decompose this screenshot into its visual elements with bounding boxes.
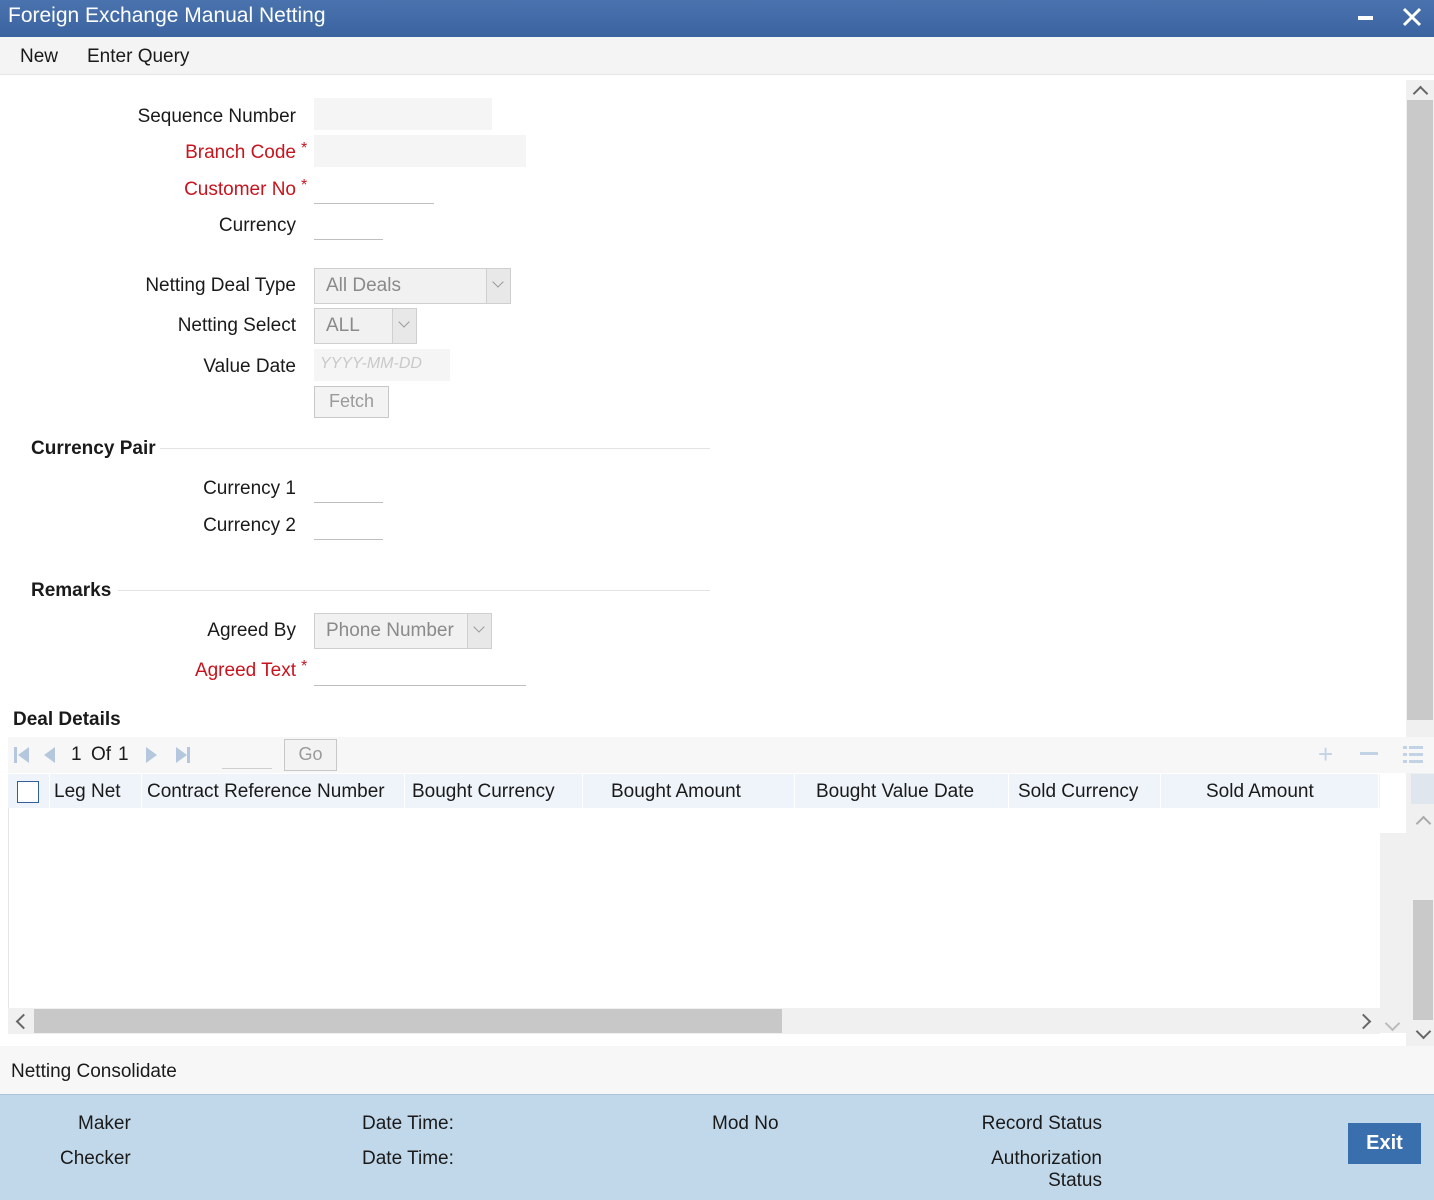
- menu-new[interactable]: New: [20, 46, 58, 68]
- agreed-by-select[interactable]: Phone Number: [314, 613, 492, 649]
- netting-deal-type-select[interactable]: All Deals: [314, 268, 511, 304]
- grid-outer-scrollbar[interactable]: [1412, 808, 1434, 1046]
- next-page-icon[interactable]: [146, 747, 162, 763]
- required-marker: *: [301, 177, 308, 194]
- grid-vertical-scrollbar[interactable]: [1380, 833, 1406, 1033]
- chevron-down-icon: [392, 309, 416, 343]
- close-icon[interactable]: [1394, 0, 1430, 36]
- currency2-label: Currency 2: [203, 515, 296, 536]
- date-time-label: Date Time:: [362, 1148, 454, 1169]
- currency2-field[interactable]: [314, 508, 383, 540]
- scrollbar-thumb[interactable]: [1407, 100, 1433, 720]
- currency-pair-heading: Currency Pair: [31, 438, 156, 459]
- column-leg-net[interactable]: Leg Net: [54, 781, 121, 803]
- pagination-bar: 1 Of 1 Go +: [8, 737, 1434, 773]
- menu-enter-query[interactable]: Enter Query: [87, 46, 189, 68]
- grid-scroll-up-icon[interactable]: [1415, 815, 1432, 832]
- authorization-status-label: Status: [1048, 1170, 1102, 1191]
- window-title: Foreign Exchange Manual Netting: [8, 4, 326, 27]
- branch-code-field[interactable]: [314, 135, 526, 167]
- section-divider: [160, 448, 710, 449]
- go-button[interactable]: Go: [284, 739, 337, 771]
- remarks-heading: Remarks: [31, 580, 112, 601]
- mod-no-label: Mod No: [712, 1113, 779, 1134]
- menu-bar: New Enter Query: [0, 37, 1434, 75]
- deal-details-heading: Deal Details: [13, 709, 121, 730]
- netting-select-label: Netting Select: [177, 315, 296, 336]
- customer-no-label: Customer No: [184, 179, 296, 200]
- select-all-checkbox[interactable]: [17, 781, 39, 803]
- title-bar: Foreign Exchange Manual Netting: [0, 0, 1434, 37]
- chevron-down-icon: [486, 269, 510, 303]
- record-status-label: Record Status: [981, 1113, 1102, 1134]
- netting-select-value: ALL: [326, 315, 360, 336]
- exit-button[interactable]: Exit: [1348, 1123, 1421, 1164]
- currency1-field[interactable]: [314, 471, 383, 503]
- grid-scroll-bottom-icon[interactable]: [1415, 1023, 1432, 1040]
- required-marker: *: [301, 658, 308, 675]
- page-total: 1: [118, 744, 129, 765]
- netting-deal-type-label: Netting Deal Type: [145, 275, 296, 296]
- grid-scroll-down-icon[interactable]: [1384, 1015, 1401, 1032]
- page-number-input[interactable]: [222, 741, 272, 769]
- agreed-text-field[interactable]: [314, 653, 526, 686]
- grid-header-corner: [1411, 774, 1434, 804]
- minimize-icon[interactable]: [1348, 0, 1384, 36]
- deal-details-grid: [8, 808, 1380, 1008]
- value-date-field[interactable]: YYYY-MM-DD: [314, 349, 450, 381]
- column-contract-reference-number[interactable]: Contract Reference Number: [147, 781, 385, 803]
- scroll-right-icon[interactable]: [1355, 1013, 1372, 1030]
- delete-row-icon[interactable]: [1360, 752, 1378, 755]
- sequence-number-field[interactable]: [314, 98, 492, 130]
- netting-consolidate-bar: Netting Consolidate: [0, 1046, 1434, 1094]
- last-page-icon[interactable]: [176, 747, 192, 763]
- netting-deal-type-value: All Deals: [326, 275, 401, 296]
- column-sold-currency[interactable]: Sold Currency: [1018, 781, 1138, 803]
- list-view-icon[interactable]: [1403, 746, 1423, 770]
- maker-label: Maker: [78, 1113, 131, 1134]
- column-bought-value-date[interactable]: Bought Value Date: [816, 781, 974, 803]
- netting-consolidate-link[interactable]: Netting Consolidate: [11, 1061, 177, 1083]
- fetch-button[interactable]: Fetch: [314, 386, 389, 418]
- currency-label: Currency: [218, 215, 296, 236]
- grid-scroll-thumb[interactable]: [1413, 900, 1433, 1020]
- agreed-by-value: Phone Number: [326, 620, 454, 641]
- agreed-by-label: Agreed By: [207, 620, 296, 641]
- value-date-label: Value Date: [203, 356, 296, 377]
- chevron-down-icon: [467, 614, 491, 648]
- horizontal-scrollbar[interactable]: [8, 1008, 1380, 1034]
- column-bought-amount[interactable]: Bought Amount: [611, 781, 741, 803]
- customer-no-field[interactable]: [314, 172, 434, 204]
- first-page-icon[interactable]: [14, 747, 30, 763]
- sequence-number-label: Sequence Number: [137, 106, 296, 127]
- previous-page-icon[interactable]: [44, 747, 60, 763]
- page-of: Of: [91, 744, 112, 765]
- page-current: 1: [71, 744, 82, 765]
- column-bought-currency[interactable]: Bought Currency: [412, 781, 555, 803]
- horizontal-scrollbar-thumb[interactable]: [34, 1009, 782, 1033]
- agreed-text-label: Agreed Text: [194, 660, 296, 681]
- currency1-label: Currency 1: [203, 478, 296, 499]
- scroll-left-icon[interactable]: [15, 1013, 32, 1030]
- checker-label: Checker: [60, 1148, 131, 1169]
- scroll-up-icon[interactable]: [1412, 85, 1429, 102]
- grid-header: Leg Net Contract Reference Number Bought…: [8, 774, 1380, 808]
- add-row-icon[interactable]: +: [1318, 739, 1333, 770]
- section-divider: [118, 590, 710, 591]
- currency-field[interactable]: [314, 208, 383, 240]
- date-time-label: Date Time:: [362, 1113, 454, 1134]
- authorization-label: Authorization: [991, 1148, 1102, 1169]
- required-marker: *: [301, 140, 308, 157]
- netting-select-select[interactable]: ALL: [314, 308, 417, 344]
- branch-code-label: Branch Code: [185, 142, 296, 163]
- audit-footer: [0, 1094, 1434, 1200]
- column-sold-amount[interactable]: Sold Amount: [1206, 781, 1314, 803]
